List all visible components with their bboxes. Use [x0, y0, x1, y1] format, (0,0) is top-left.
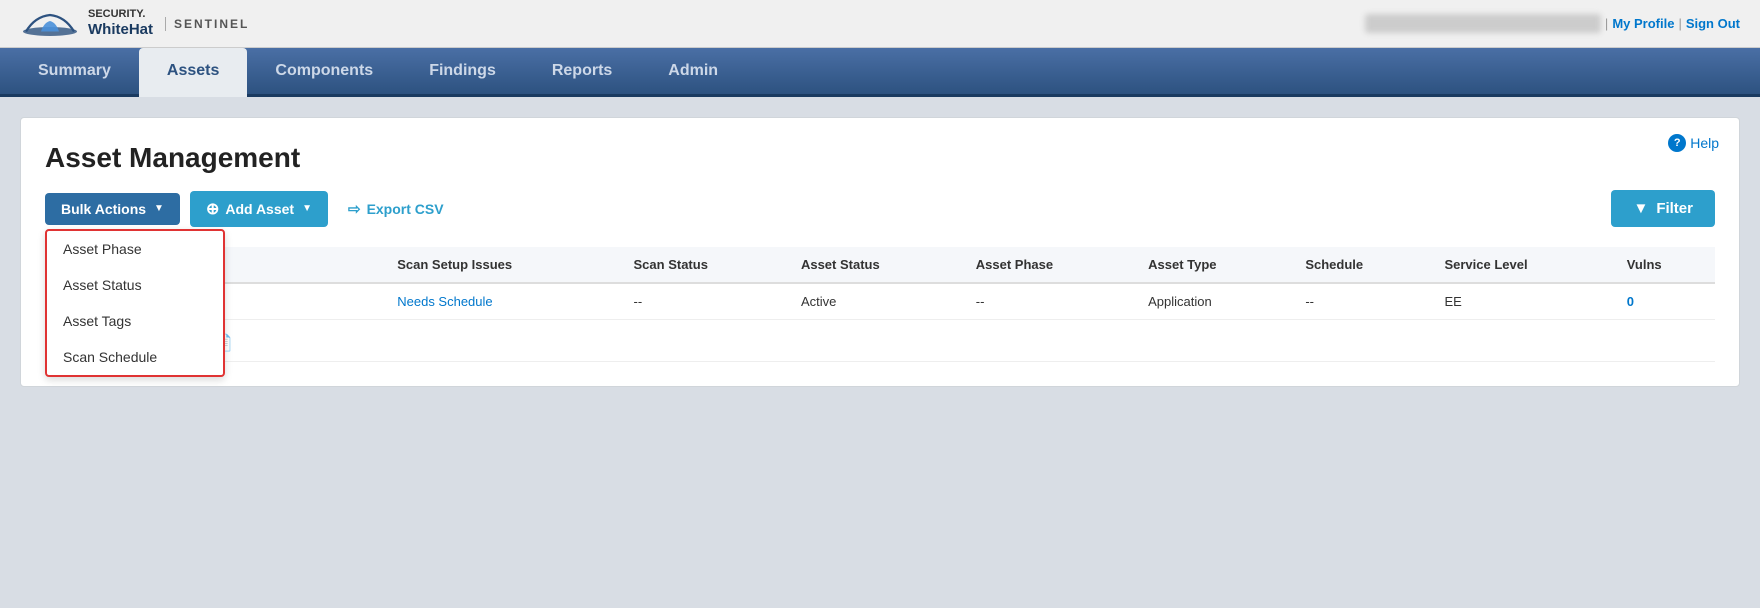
brand-name: SECURITY.	[88, 8, 153, 21]
brand-name2: WhiteHat	[88, 21, 153, 39]
help-link[interactable]: ? Help	[1668, 134, 1719, 152]
export-csv-label: Export CSV	[367, 201, 444, 217]
td-asset-phase: --	[964, 283, 1136, 320]
bulk-actions-button[interactable]: Bulk Actions ▼	[45, 193, 180, 225]
td-asset-status: Active	[789, 283, 964, 320]
filter-label: Filter	[1656, 200, 1693, 217]
main-nav: Summary Assets Components Findings Repor…	[0, 48, 1760, 97]
th-asset-type: Asset Type	[1136, 247, 1293, 283]
content-card: ? Help Asset Management Bulk Actions ▼ A…	[20, 117, 1740, 387]
td-asset-type: Application	[1136, 283, 1293, 320]
bulk-actions-label: Bulk Actions	[61, 201, 146, 217]
dropdown-item-asset-status[interactable]: Asset Status	[47, 267, 223, 303]
th-vulns: Vulns	[1615, 247, 1715, 283]
td-scan-setup[interactable]: Needs Schedule	[385, 283, 621, 320]
nav-tab-assets[interactable]: Assets	[139, 48, 247, 97]
asset-table: Scan Setup Issues Scan Status Asset Stat…	[45, 247, 1715, 362]
table-header-row: Scan Setup Issues Scan Status Asset Stat…	[45, 247, 1715, 283]
logo-area: SECURITY. WhiteHat SENTINEL	[20, 8, 249, 39]
quick-actions-bar: Quick Actions: ⊕ 🏷 0 📄	[45, 324, 1715, 361]
td-vulns[interactable]: 0	[1615, 283, 1715, 320]
bulk-actions-caret: ▼	[154, 203, 164, 214]
quick-actions-row: Quick Actions: ⊕ 🏷 0 📄	[45, 320, 1715, 362]
add-asset-caret: ▼	[302, 203, 312, 214]
export-csv-icon: ⇨	[348, 200, 361, 218]
add-asset-label: Add Asset	[225, 201, 294, 217]
th-scan-setup: Scan Setup Issues	[385, 247, 621, 283]
th-asset-status: Asset Status	[789, 247, 964, 283]
th-service-level: Service Level	[1432, 247, 1614, 283]
td-scan-status: --	[622, 283, 789, 320]
bulk-actions-dropdown: Asset Phase Asset Status Asset Tags Scan…	[45, 229, 225, 377]
filter-button[interactable]: ▼ Filter	[1611, 190, 1715, 227]
th-scan-status: Scan Status	[622, 247, 789, 283]
add-asset-plus-icon: ⊕	[206, 199, 219, 219]
user-email: user@example.com	[1365, 14, 1601, 33]
th-schedule: Schedule	[1293, 247, 1432, 283]
td-service-level: EE	[1432, 283, 1614, 320]
help-icon: ?	[1668, 134, 1686, 152]
top-nav-right: user@example.com | My Profile | Sign Out	[1365, 14, 1740, 33]
dropdown-item-asset-tags[interactable]: Asset Tags	[47, 303, 223, 339]
whitehat-logo	[20, 9, 80, 39]
my-profile-link[interactable]: My Profile	[1612, 16, 1674, 31]
nav-tab-admin[interactable]: Admin	[640, 48, 746, 94]
brand-product: SENTINEL	[165, 17, 249, 31]
bulk-actions-container: Bulk Actions ▼ Asset Phase Asset Status …	[45, 193, 180, 225]
dropdown-item-scan-schedule[interactable]: Scan Schedule	[47, 339, 223, 375]
page-content: ? Help Asset Management Bulk Actions ▼ A…	[0, 97, 1760, 407]
dropdown-item-asset-phase[interactable]: Asset Phase	[47, 231, 223, 267]
table-row: Needs Schedule -- Active -- Application …	[45, 283, 1715, 320]
nav-tab-findings[interactable]: Findings	[401, 48, 524, 94]
page-title: Asset Management	[45, 142, 1715, 174]
top-bar: SECURITY. WhiteHat SENTINEL user@example…	[0, 0, 1760, 48]
th-asset-phase: Asset Phase	[964, 247, 1136, 283]
nav-tab-reports[interactable]: Reports	[524, 48, 640, 94]
help-label: Help	[1690, 135, 1719, 151]
td-schedule: --	[1293, 283, 1432, 320]
filter-icon: ▼	[1633, 200, 1648, 217]
add-asset-button[interactable]: ⊕ Add Asset ▼	[190, 191, 328, 227]
toolbar: Bulk Actions ▼ Asset Phase Asset Status …	[45, 190, 1715, 227]
sign-out-link[interactable]: Sign Out	[1686, 16, 1740, 31]
nav-tab-components[interactable]: Components	[247, 48, 401, 94]
export-csv-button[interactable]: ⇨ Export CSV	[338, 192, 454, 226]
nav-tab-summary[interactable]: Summary	[10, 48, 139, 94]
